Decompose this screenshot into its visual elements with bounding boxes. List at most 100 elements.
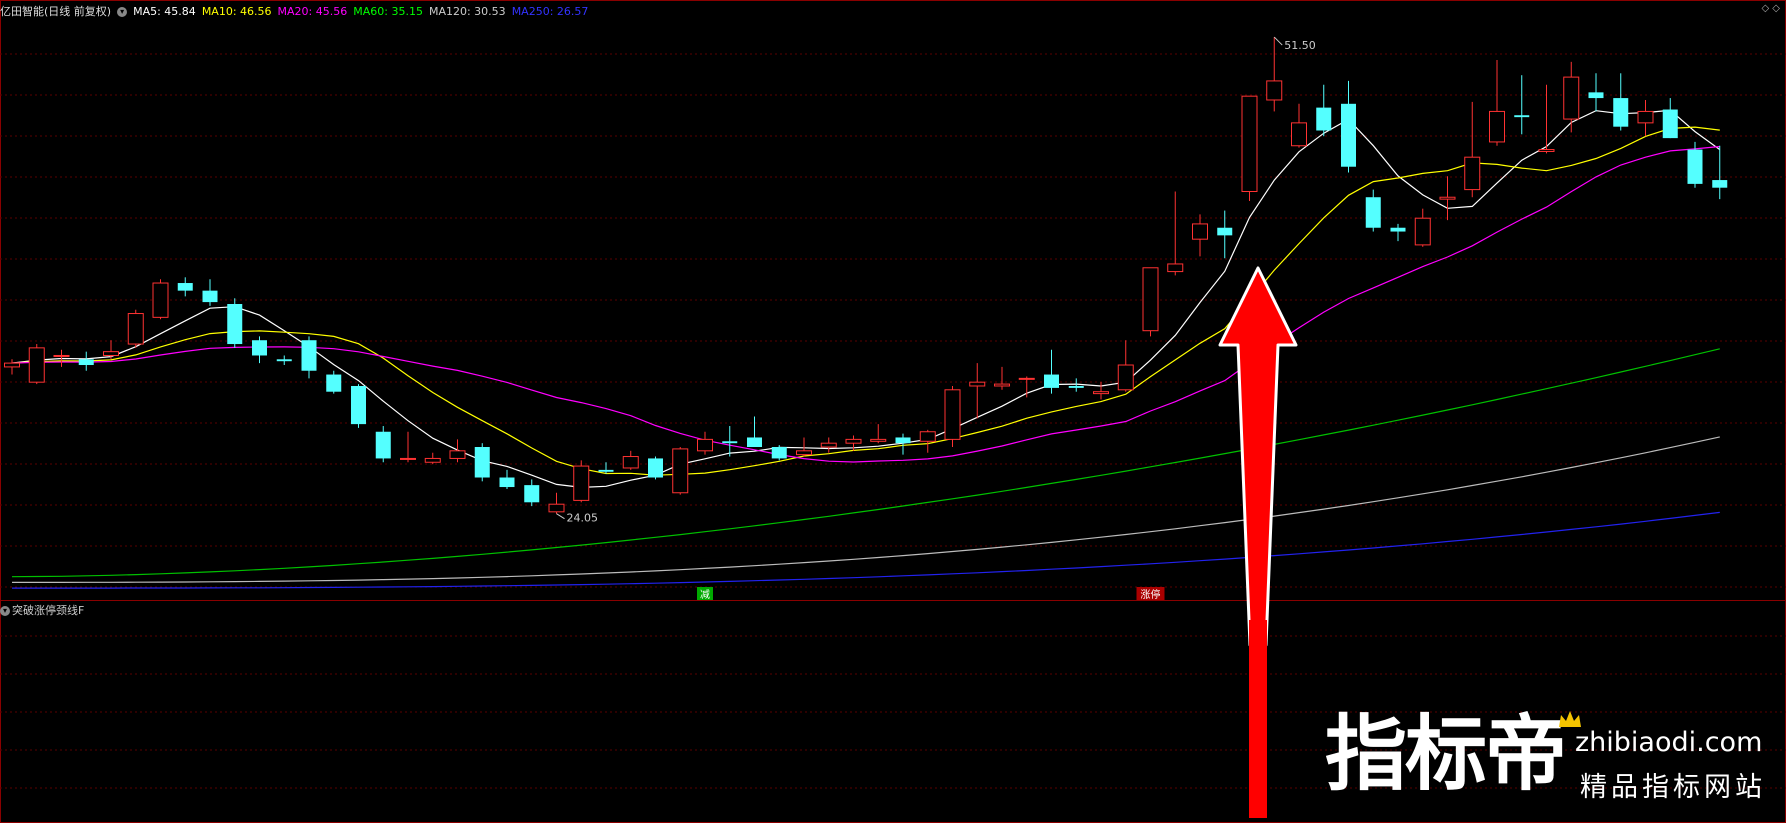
- candle-body: [1439, 196, 1456, 200]
- candle-body: [1192, 223, 1208, 240]
- candle-body: [1414, 217, 1431, 246]
- candle-body: [796, 450, 812, 456]
- candle-body: [202, 290, 218, 303]
- watermark-url: zhibiaodi.com: [1575, 727, 1763, 758]
- indicator-header: ▾ 突破涨停颈线F: [0, 602, 84, 618]
- candle-body: [1018, 377, 1035, 380]
- candle-body: [400, 457, 416, 460]
- candle-body: [845, 438, 862, 444]
- candle-body: [28, 347, 45, 383]
- candle-body: [1316, 107, 1332, 131]
- candle-body: [1266, 80, 1283, 101]
- watermark-logo: 指标帝 zhibiaodi.com 精品指标网站: [1325, 705, 1780, 815]
- candle-body: [524, 485, 540, 503]
- candle-body: [1167, 263, 1184, 273]
- candle-body: [78, 359, 94, 366]
- candle-body: [1712, 180, 1728, 188]
- candle-body: [994, 383, 1010, 387]
- ma60-line: [11, 348, 1720, 578]
- candle-body: [1093, 391, 1109, 395]
- candle-body: [326, 374, 342, 392]
- candle-body: [598, 469, 614, 472]
- main-chart-header: 亿田智能(日线 前复权) ▾ MA5: 45.84 MA10: 46.56 MA20: …: [0, 3, 594, 19]
- candle-body: [103, 351, 119, 356]
- candle-body: [276, 359, 292, 362]
- candle-body: [1637, 110, 1654, 124]
- candle-body: [375, 431, 391, 459]
- indicator-settings-icon[interactable]: ▾: [0, 606, 10, 616]
- settings-icon[interactable]: ▾: [117, 7, 128, 17]
- stock-chart: 51.50 24.05 减 涨停: [0, 0, 1786, 823]
- candle-body: [351, 385, 366, 425]
- candle-body: [1613, 98, 1629, 127]
- candle-body: [449, 450, 466, 459]
- candle-body: [672, 448, 689, 494]
- candle-body: [177, 283, 193, 291]
- candle-body: [1291, 122, 1307, 147]
- candle-body: [1464, 156, 1481, 191]
- low-price-label: 24.05: [567, 512, 599, 525]
- candle-body: [301, 340, 317, 371]
- high-price-label: 51.50: [1284, 39, 1316, 52]
- window-controls[interactable]: ◇ ◇: [1761, 3, 1780, 14]
- candle-body: [648, 458, 663, 478]
- signal-marker-text: 减: [700, 589, 710, 601]
- candle-body: [919, 431, 936, 442]
- candle-body: [1365, 197, 1381, 228]
- candle-body: [1390, 227, 1406, 232]
- candle-body: [548, 503, 565, 513]
- ma20-line: [11, 145, 1720, 463]
- candle-body: [127, 313, 144, 345]
- crown-icon: [1559, 711, 1581, 727]
- chart-title: 亿田智能(日线 前复权): [0, 5, 112, 18]
- watermark-subtitle: 精品指标网站: [1580, 772, 1766, 803]
- candle-body: [1489, 110, 1505, 143]
- candle-body: [697, 438, 713, 452]
- candle-body: [1341, 103, 1356, 167]
- candle-body: [4, 362, 20, 368]
- ma120-line: [12, 436, 1720, 584]
- candle-body: [1514, 115, 1530, 118]
- candle-body: [1142, 267, 1159, 332]
- ma250-label: MA250: 26.57: [511, 5, 589, 18]
- candle-body: [969, 381, 986, 387]
- candle-body: [474, 447, 490, 478]
- ma250-line: [12, 511, 1720, 589]
- candle-body: [895, 437, 911, 444]
- ma20-label: MA20: 45.56: [277, 5, 348, 18]
- candle-body: [573, 465, 590, 501]
- candle-body: [820, 442, 837, 448]
- candle-body: [722, 441, 738, 444]
- candle-body: [771, 447, 787, 459]
- candle-body: [152, 282, 169, 318]
- red-arrow-annotation: [1218, 266, 1298, 647]
- candle-body: [1662, 109, 1678, 139]
- candle-body: [747, 437, 762, 447]
- candle-body: [1687, 149, 1703, 184]
- signal-marker-text: 涨停: [1141, 588, 1161, 601]
- candle-body: [1217, 227, 1233, 236]
- candle-body: [424, 457, 441, 463]
- indicator-volume-bar: [1249, 620, 1267, 818]
- candle-body: [944, 389, 961, 440]
- chart-border: [0, 0, 1786, 823]
- candle-body: [1538, 149, 1555, 152]
- candle-body: [1588, 92, 1604, 99]
- watermark-logo-text: 指标帝: [1325, 707, 1567, 802]
- high-pointer: [1273, 36, 1283, 46]
- candle-body: [499, 477, 515, 488]
- ma120-label: MA120: 30.53: [428, 5, 506, 18]
- candle-body: [1044, 374, 1059, 388]
- ma60-label: MA60: 35.15: [353, 5, 423, 18]
- candle-body: [252, 340, 267, 356]
- ma10-label: MA10: 46.56: [201, 5, 272, 18]
- low-pointer: [556, 513, 565, 520]
- candle-body: [1117, 364, 1134, 391]
- ma5-label: MA5: 45.84: [133, 5, 196, 18]
- indicator-name: 突破涨停颈线F: [12, 604, 85, 617]
- candle-body: [1068, 385, 1084, 388]
- candle-body: [622, 456, 639, 469]
- candle-body: [1241, 95, 1258, 193]
- candle-body: [227, 304, 243, 345]
- candle-body: [870, 438, 887, 442]
